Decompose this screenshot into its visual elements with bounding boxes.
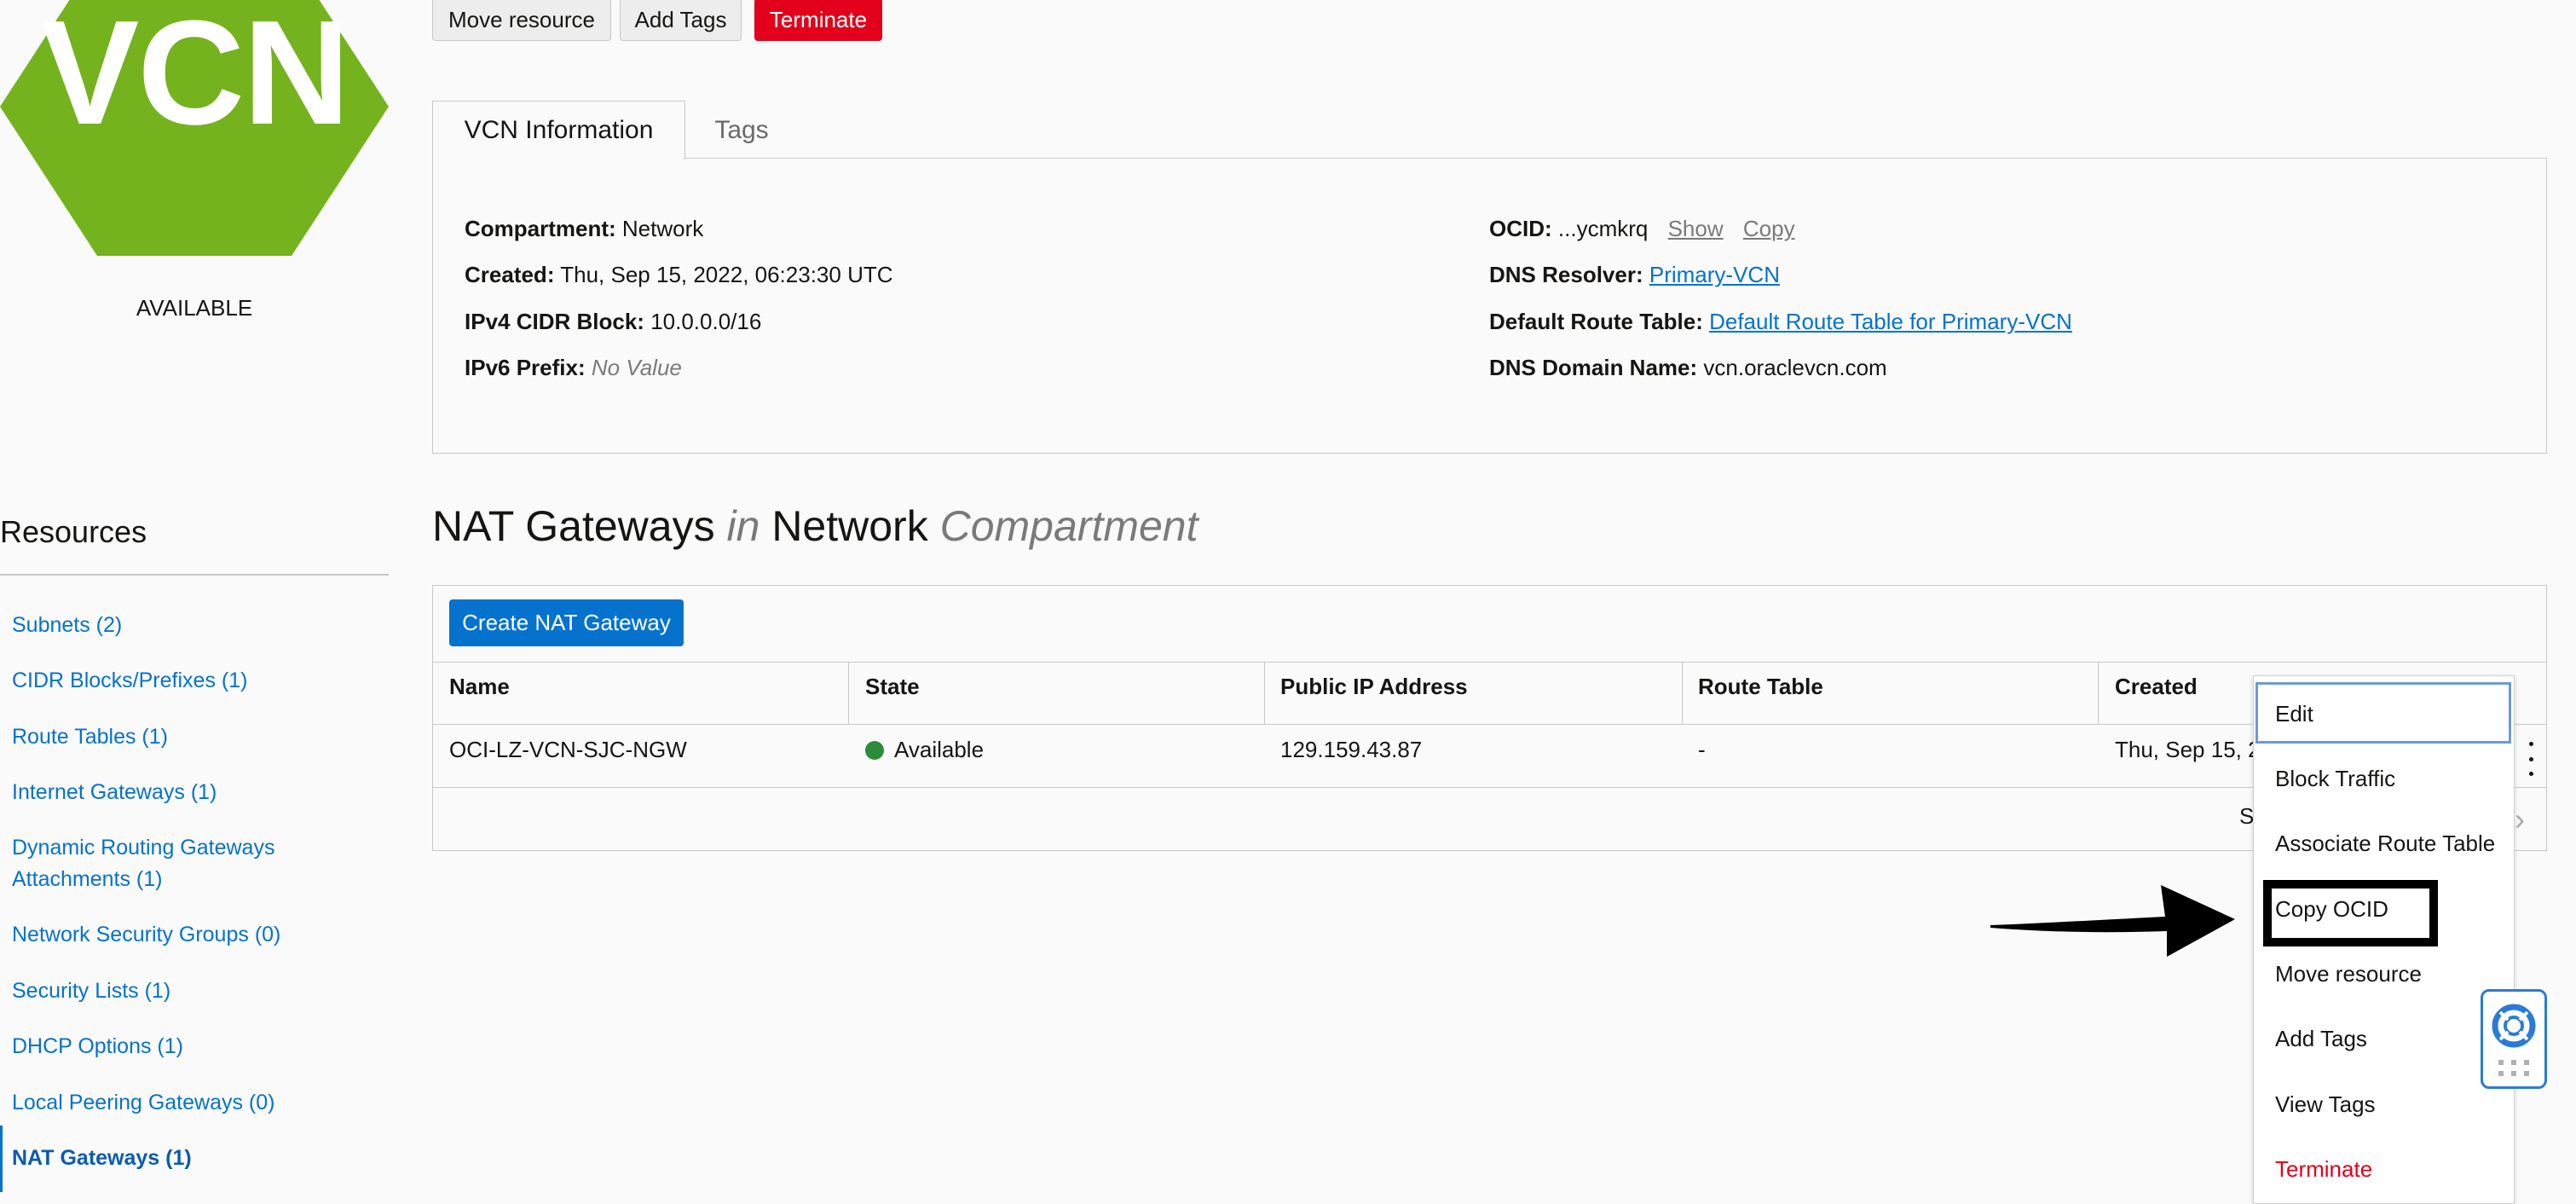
menu-item-edit[interactable]: Edit (2275, 701, 2313, 727)
info-compartment: Compartment: Network (465, 216, 704, 241)
vcn-status: AVAILABLE (136, 295, 253, 321)
column-header-state[interactable]: State (865, 674, 920, 700)
menu-item-move-resource[interactable]: Move resource (2275, 961, 2422, 987)
row-actions-kebab-icon[interactable] (2524, 742, 2538, 776)
dns-resolver-link[interactable]: Primary-VCN (1649, 262, 1780, 287)
sidebar-active-indicator (0, 1126, 3, 1192)
available-status-dot (865, 741, 884, 760)
menu-item-associate-route-table[interactable]: Associate Route Table (2275, 831, 2495, 857)
info-route-table: Default Route Table: Default Route Table… (1489, 309, 2072, 334)
column-separator (848, 663, 849, 724)
terminate-button[interactable]: Terminate (754, 0, 882, 41)
tab-vcn-information[interactable]: VCN Information (432, 101, 685, 159)
vcn-info-panel (432, 158, 2547, 454)
sidebar-item-drg-attachments-line2[interactable]: Attachments (1) (12, 864, 162, 895)
table-footer-partial-text: S (2239, 803, 2255, 829)
column-header-route-table[interactable]: Route Table (1698, 674, 1823, 700)
table-header-top-border (433, 662, 2546, 663)
row-name-cell[interactable]: OCI-LZ-VCN-SJC-NGW (449, 737, 687, 763)
table-row-bottom-border (433, 787, 2546, 788)
menu-item-view-tags[interactable]: View Tags (2275, 1091, 2376, 1118)
resources-title: Resources (0, 514, 147, 549)
sidebar-item-subnets[interactable]: Subnets (2) (12, 610, 122, 641)
sidebar-item-network-security-groups[interactable]: Network Security Groups (0) (12, 919, 280, 951)
row-public-ip-cell: 129.159.43.87 (1280, 737, 1423, 762)
arrow-right-icon (1990, 885, 2235, 957)
sidebar-item-cidr-blocks[interactable]: CIDR Blocks/Prefixes (1) (12, 665, 247, 697)
menu-item-add-tags[interactable]: Add Tags (2275, 1026, 2367, 1052)
sidebar-item-drg-attachments[interactable]: Dynamic Routing Gateways (12, 832, 274, 864)
sidebar-item-dhcp-options[interactable]: DHCP Options (1) (12, 1031, 183, 1062)
page-title: NAT Gateways in Network Compartment (432, 502, 1198, 550)
column-separator (1682, 663, 1683, 724)
table-header-bottom-border (433, 724, 2546, 725)
info-ipv6: IPv6 Prefix: No Value (465, 355, 682, 380)
tab-tags[interactable]: Tags (686, 101, 797, 159)
sidebar-item-route-tables[interactable]: Route Tables (1) (12, 721, 168, 753)
row-state-cell: Available (865, 737, 984, 763)
help-widget[interactable] (2481, 989, 2547, 1089)
column-separator (2098, 663, 2099, 724)
create-nat-gateway-button[interactable]: Create NAT Gateway (449, 599, 684, 646)
route-table-link[interactable]: Default Route Table for Primary-VCN (1709, 309, 2072, 334)
column-header-created[interactable]: Created (2115, 674, 2198, 700)
sidebar-item-local-peering-gateways[interactable]: Local Peering Gateways (0) (12, 1087, 274, 1119)
sidebar-item-security-lists[interactable]: Security Lists (1) (12, 975, 170, 1007)
column-separator (1264, 663, 1265, 724)
menu-item-block-traffic[interactable]: Block Traffic (2275, 766, 2395, 792)
menu-item-terminate[interactable]: Terminate (2275, 1156, 2372, 1183)
sidebar-item-internet-gateways[interactable]: Internet Gateways (1) (12, 777, 217, 808)
info-ocid: OCID: ...ycmkrq Show Copy (1489, 216, 1795, 241)
add-tags-button[interactable]: Add Tags (620, 0, 742, 41)
info-ipv4: IPv4 CIDR Block: 10.0.0.0/16 (465, 309, 762, 334)
sidebar-item-nat-gateways[interactable]: NAT Gateways (1) (12, 1143, 192, 1174)
resources-divider (0, 574, 389, 576)
copy-ocid-highlight-box (2263, 880, 2438, 946)
info-dns-domain: DNS Domain Name: vcn.oraclevcn.com (1489, 355, 1887, 380)
row-created-cell: Thu, Sep 15, 2 (2115, 737, 2261, 762)
vcn-badge-text: VCN (40, 0, 349, 155)
info-dns-resolver: DNS Resolver: Primary-VCN (1489, 262, 1780, 287)
nat-gateways-table-panel (432, 585, 2547, 851)
info-created: Created: Thu, Sep 15, 2022, 06:23:30 UTC (465, 262, 893, 287)
ocid-show-link[interactable]: Show (1668, 216, 1724, 241)
move-resource-button[interactable]: Move resource (432, 0, 611, 41)
column-header-name[interactable]: Name (449, 674, 510, 700)
lifebuoy-icon (2492, 1004, 2536, 1076)
column-header-public-ip[interactable]: Public IP Address (1280, 674, 1468, 700)
ocid-copy-link[interactable]: Copy (1743, 216, 1795, 241)
chevron-right-icon[interactable]: › (2515, 802, 2525, 837)
row-route-table-cell: - (1698, 737, 1706, 762)
